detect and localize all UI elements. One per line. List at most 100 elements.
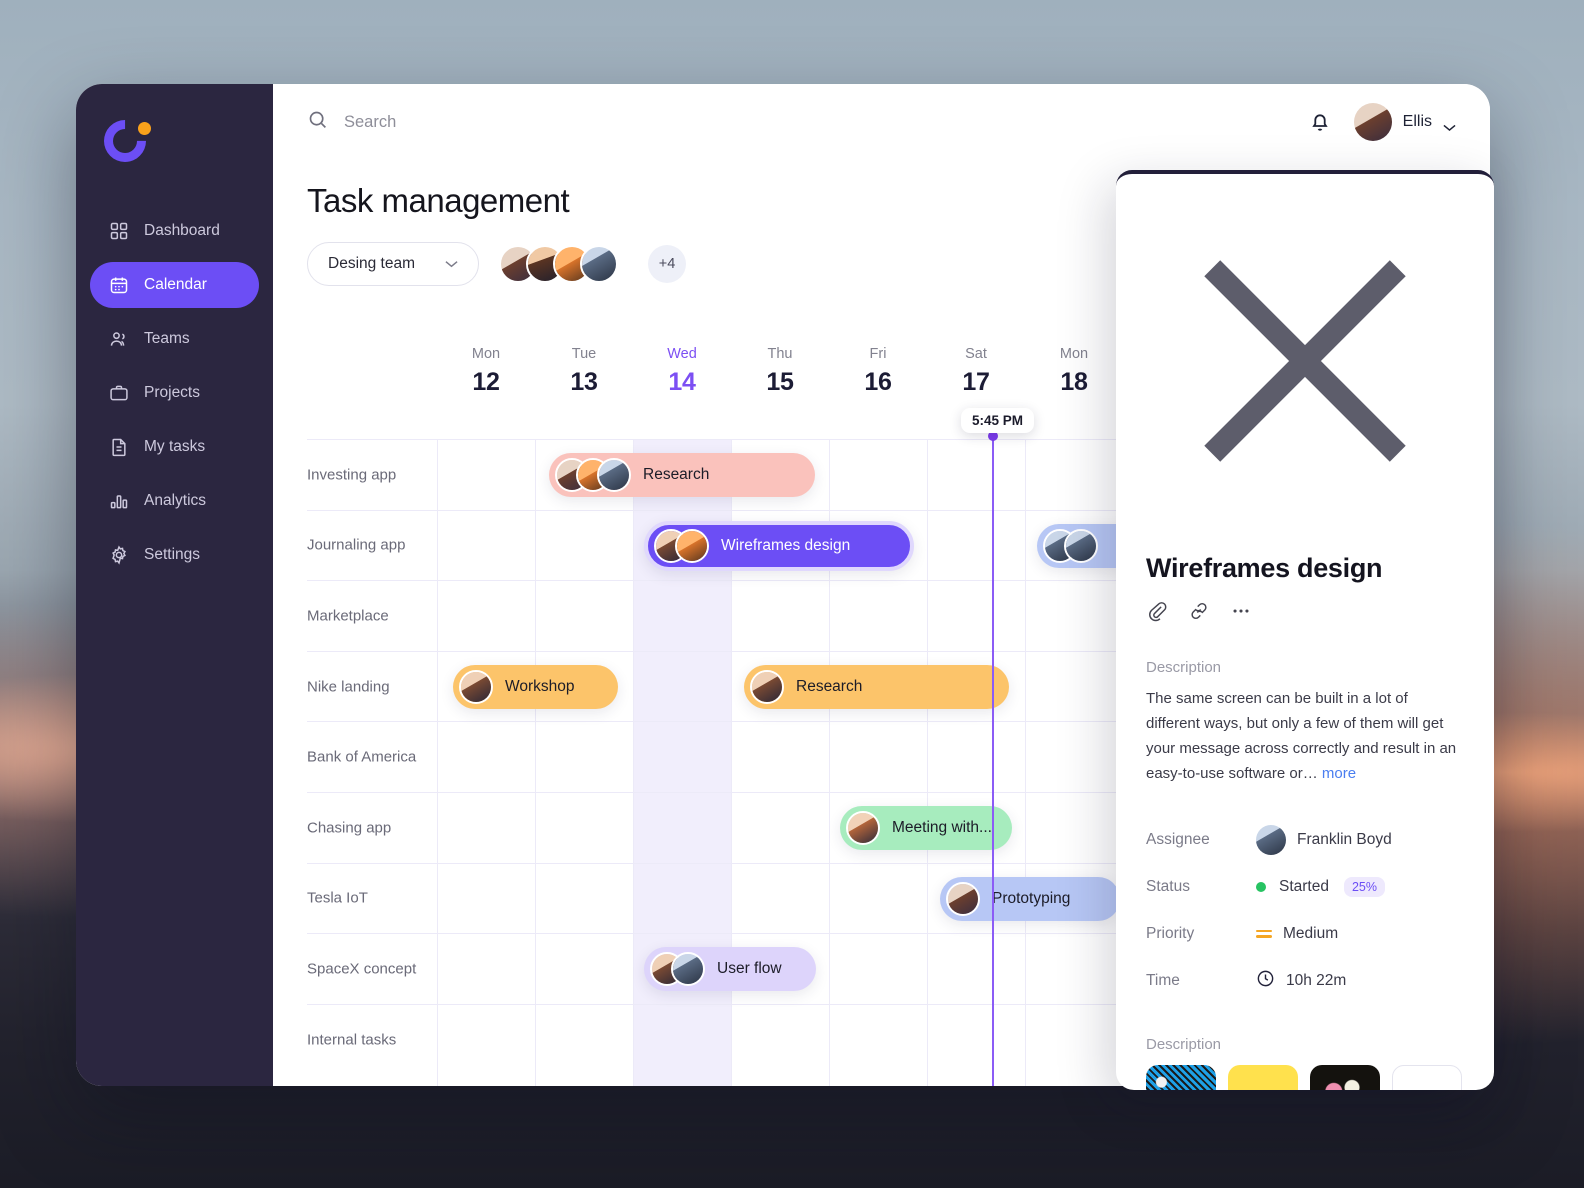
user-name: Ellis: [1402, 113, 1432, 130]
task-pill-research[interactable]: Research: [549, 453, 815, 497]
description-more-link[interactable]: more: [1322, 765, 1356, 782]
task-title: Research: [643, 466, 710, 483]
meta-value: Franklin Boyd: [1256, 824, 1392, 855]
gear-icon: [108, 545, 129, 566]
meta-key: Time: [1146, 971, 1180, 989]
attachment-more-count[interactable]: +23: [1392, 1065, 1462, 1090]
sidebar-item-settings[interactable]: Settings: [90, 532, 259, 578]
row-label-spacer: [307, 346, 437, 397]
row-label: Investing app: [307, 466, 397, 484]
day-number: 16: [864, 368, 892, 396]
app-window: Dashboard Calendar Teams Projects My tas…: [76, 84, 1494, 1090]
task-avatars: [750, 669, 784, 704]
avatar: [1256, 824, 1286, 855]
day-weekday: Sat: [965, 346, 987, 362]
task-pill-user-flow[interactable]: User flow: [644, 947, 816, 992]
attachment-thumbnails: +23: [1146, 1065, 1464, 1090]
priority-medium-icon: [1256, 927, 1272, 941]
task-avatars: [654, 528, 709, 563]
sidebar-item-teams[interactable]: Teams: [90, 316, 259, 362]
bell-icon[interactable]: [1308, 110, 1332, 134]
day-header[interactable]: Sat 17: [927, 346, 1025, 397]
day-weekday: Tue: [571, 346, 597, 362]
status-badge: 25%: [1343, 876, 1386, 897]
calendar-icon: [108, 275, 129, 296]
task-pill-meeting[interactable]: Meeting with...: [840, 805, 1012, 850]
task-pill-prototyping[interactable]: Prototyping: [940, 876, 1120, 921]
task-title: Workshop: [505, 677, 575, 695]
clock-icon: [1256, 969, 1275, 993]
day-header[interactable]: Mon 18: [1025, 346, 1123, 397]
sidebar-item-label: Dashboard: [144, 222, 220, 239]
time-text: 10h 22m: [1286, 971, 1347, 989]
day-number: 13: [570, 368, 598, 396]
task-avatars: [846, 810, 880, 845]
day-header[interactable]: Tue 13: [535, 346, 633, 397]
assignee-name: Franklin Boyd: [1297, 830, 1392, 848]
task-metadata: Assignee Franklin Boyd Status Started 25…: [1146, 816, 1464, 1004]
avatar: [675, 528, 709, 563]
sidebar-item-projects[interactable]: Projects: [90, 370, 259, 416]
current-time-chip: 5:45 PM: [961, 408, 1035, 433]
chevron-down-icon: [445, 255, 458, 273]
attachment-thumbnail[interactable]: [1228, 1065, 1298, 1090]
day-header[interactable]: Fri 16: [829, 346, 927, 397]
meta-row-priority: Priority Medium: [1146, 910, 1464, 957]
day-weekday: Mon: [1059, 346, 1089, 362]
day-weekday: Thu: [767, 346, 793, 362]
search-input[interactable]: [344, 112, 604, 132]
day-number: 15: [766, 368, 794, 396]
description-body: The same screen can be built in a lot of…: [1146, 690, 1457, 782]
task-avatars: [650, 952, 705, 987]
people-icon: [108, 329, 129, 350]
day-number: 18: [1060, 368, 1088, 396]
task-pill-research-2[interactable]: Research: [744, 664, 1009, 709]
attachment-thumbnail[interactable]: [1310, 1065, 1380, 1090]
task-avatars: [946, 881, 980, 916]
top-bar: Ellis: [273, 84, 1490, 160]
team-extra-count[interactable]: +4: [648, 245, 687, 283]
day-header[interactable]: Thu 15: [731, 346, 829, 397]
task-avatars: [1043, 528, 1098, 563]
more-horizontal-icon[interactable]: [1230, 600, 1252, 627]
sidebar-item-dashboard[interactable]: Dashboard: [90, 208, 259, 254]
meta-row-assignee: Assignee Franklin Boyd: [1146, 816, 1464, 863]
day-weekday: Mon: [471, 346, 501, 362]
close-icon[interactable]: [1146, 260, 1464, 524]
day-number: 17: [962, 368, 990, 396]
day-header-today[interactable]: Wed 14: [633, 346, 731, 397]
task-title: User flow: [717, 960, 782, 978]
sidebar-item-label: Settings: [144, 546, 201, 563]
sidebar-item-calendar[interactable]: Calendar: [90, 262, 259, 308]
link-icon[interactable]: [1188, 600, 1210, 627]
bar-chart-icon: [108, 491, 129, 512]
chevron-down-icon: [1443, 118, 1456, 131]
row-label: Internal tasks: [307, 1031, 397, 1049]
logo-dot: [138, 122, 151, 135]
row-label: Nike landing: [307, 678, 390, 696]
meta-row-time: Time 10h 22m: [1146, 957, 1464, 1004]
task-pill-workshop[interactable]: Workshop: [453, 664, 618, 709]
row-label: Chasing app: [307, 819, 392, 837]
attachment-icon[interactable]: [1146, 600, 1168, 627]
priority-text: Medium: [1283, 924, 1339, 942]
avatar: [459, 669, 493, 704]
user-menu[interactable]: Ellis: [1353, 103, 1456, 141]
team-filter-dropdown[interactable]: Desing team: [307, 242, 480, 286]
meta-value: Started 25%: [1256, 876, 1386, 897]
row-label: Marketplace: [307, 607, 389, 625]
day-weekday: Fri: [869, 346, 887, 362]
avatar: [1353, 103, 1392, 141]
sidebar-item-analytics[interactable]: Analytics: [90, 478, 259, 524]
sidebar-item-my-tasks[interactable]: My tasks: [90, 424, 259, 470]
current-time-line: [988, 431, 998, 1086]
team-avatars[interactable]: [499, 245, 619, 283]
task-pill-wireframes-design[interactable]: Wireframes design: [644, 520, 914, 571]
sidebar: Dashboard Calendar Teams Projects My tas…: [76, 84, 273, 1086]
app-logo[interactable]: [95, 111, 164, 172]
search-box[interactable]: [307, 109, 604, 135]
day-header[interactable]: Mon 12: [437, 346, 535, 397]
avatar: [750, 669, 784, 704]
attachment-thumbnail[interactable]: [1146, 1065, 1216, 1090]
search-icon: [307, 109, 328, 135]
